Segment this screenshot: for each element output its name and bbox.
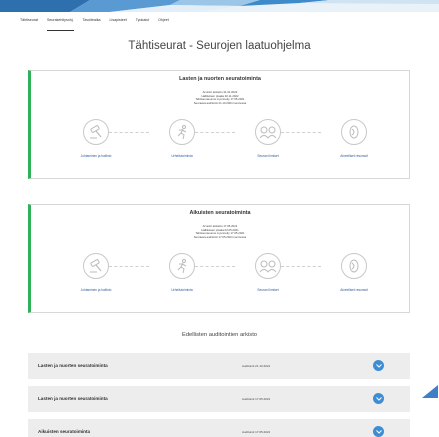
step-label: Aineelliset resurssit bbox=[340, 288, 368, 292]
chevron-down-icon bbox=[375, 396, 382, 401]
people-icon bbox=[259, 260, 277, 273]
step-label: Urheilutoiminta bbox=[171, 154, 193, 158]
coin-icon bbox=[349, 125, 359, 139]
step-circle bbox=[169, 119, 195, 145]
step-sports[interactable]: Urheilutoiminta bbox=[152, 119, 212, 158]
archive-row-date: Auditointi 21.10.2021 bbox=[242, 364, 271, 368]
gavel-icon bbox=[90, 259, 102, 273]
step-circle bbox=[255, 119, 281, 145]
archive-row[interactable]: Lasten ja nuorten seuratoiminta Auditoin… bbox=[28, 386, 410, 412]
meta-next-audit: Seuraava auditointi 21.10.2024 mennessa bbox=[193, 100, 247, 105]
program-meta: Arvioint aloitettu 17.05.2021 Hallitukse… bbox=[31, 224, 409, 239]
coin-icon bbox=[349, 259, 359, 273]
program-meta: Arvioint aloitettu 31.01.2022 Hallitukse… bbox=[31, 90, 409, 105]
archive-title: Edellisten auditointien arkisto bbox=[181, 332, 258, 338]
step-resources[interactable]: Aineelliset resurssit bbox=[324, 253, 384, 292]
step-circle bbox=[83, 253, 109, 279]
archive-row[interactable]: Lasten ja nuorten seuratoiminta Auditoin… bbox=[28, 353, 410, 379]
step-circle bbox=[341, 119, 367, 145]
step-circle bbox=[169, 253, 195, 279]
nav-item-tavoiteaika[interactable]: Tavoiteaika bbox=[83, 17, 101, 31]
expand-button[interactable] bbox=[373, 426, 384, 437]
step-label: Urheilutoiminta bbox=[171, 288, 193, 292]
step-label: Seuran ihmiset bbox=[257, 288, 279, 292]
expand-button[interactable] bbox=[373, 393, 384, 404]
steps-row: Johtaminen ja hallinto Urheilutoiminta S… bbox=[31, 253, 409, 295]
archive-row-date: Auditointi 17.05.2021 bbox=[242, 397, 271, 401]
step-people[interactable]: Seuran ihmiset bbox=[238, 253, 298, 292]
nav-item-ohjeet[interactable]: Ohjeet bbox=[158, 17, 169, 31]
step-sports[interactable]: Urheilutoiminta bbox=[152, 253, 212, 292]
expand-button[interactable] bbox=[373, 360, 384, 371]
nav-item-lisapisteet[interactable]: Lisapisteet bbox=[110, 17, 127, 31]
step-circle bbox=[341, 253, 367, 279]
chevron-down-icon bbox=[375, 363, 382, 368]
arrow-up-icon bbox=[422, 385, 438, 398]
header-banner bbox=[0, 0, 439, 12]
step-label: Johtaminen ja hallinto bbox=[80, 154, 112, 158]
runner-icon bbox=[177, 259, 187, 274]
step-governance[interactable]: Johtaminen ja hallinto bbox=[66, 119, 126, 158]
archive-row[interactable]: Aikuisten seuratoiminta Auditointi 17.05… bbox=[28, 419, 410, 437]
step-resources[interactable]: Aineelliset resurssit bbox=[324, 119, 384, 158]
archive-row-name: Aikuisten seuratoiminta bbox=[38, 429, 91, 434]
chevron-down-icon bbox=[375, 429, 382, 434]
step-circle bbox=[83, 119, 109, 145]
main-nav: Tähtiseurat Seurakehitysohj. Tavoiteaika… bbox=[20, 17, 169, 31]
archive-row-name: Lasten ja nuorten seuratoiminta bbox=[38, 396, 108, 401]
nav-item-tyokalut[interactable]: Tyokalut bbox=[136, 17, 149, 31]
meta-next-audit: Seuraava auditointi 17.05.2024 mennessa bbox=[193, 234, 247, 239]
page-title: Tähtiseurat - Seurojen laatuohjelma bbox=[128, 40, 311, 52]
step-circle bbox=[255, 253, 281, 279]
archive-row-date: Auditointi 17.05.2021 bbox=[242, 430, 271, 434]
steps-row: Johtaminen ja hallinto Urheilutoiminta S… bbox=[31, 119, 409, 161]
people-icon bbox=[259, 126, 277, 139]
step-label: Aineelliset resurssit bbox=[340, 154, 368, 158]
archive-row-name: Lasten ja nuorten seuratoiminta bbox=[38, 363, 108, 368]
nav-item-seurakehitys[interactable]: Seurakehitysohj. bbox=[46, 17, 74, 31]
program-card-youth: Lasten ja nuorten seuratoiminta Arvioint… bbox=[28, 70, 410, 179]
step-label: Johtaminen ja hallinto bbox=[80, 288, 112, 292]
step-label: Seuran ihmiset bbox=[257, 154, 279, 158]
program-card-adult: Aikuisten seuratoiminta Arvioint aloitet… bbox=[28, 204, 410, 313]
scroll-to-top-button[interactable] bbox=[421, 384, 439, 400]
runner-icon bbox=[177, 125, 187, 140]
nav-item-tahtiseurat[interactable]: Tähtiseurat bbox=[20, 17, 38, 31]
gavel-icon bbox=[90, 125, 102, 139]
program-title: Aikuisten seuratoiminta bbox=[189, 210, 251, 216]
program-title: Lasten ja nuorten seuratoiminta bbox=[179, 76, 261, 82]
step-governance[interactable]: Johtaminen ja hallinto bbox=[66, 253, 126, 292]
step-people[interactable]: Seuran ihmiset bbox=[238, 119, 298, 158]
